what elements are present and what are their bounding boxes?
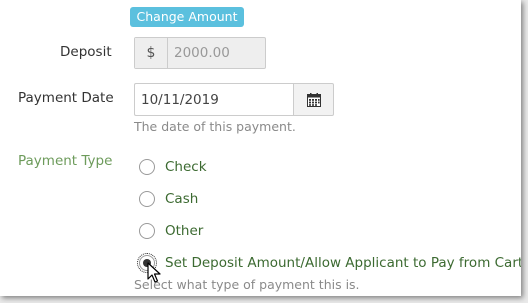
cash-radio[interactable] [139,191,155,207]
payment-date-input[interactable]: 10/11/2019 [134,83,293,116]
other-radio[interactable] [139,223,155,239]
deposit-label: Deposit [60,44,112,60]
payment-date-group: 10/11/2019 [134,83,334,116]
payment-type-label: Payment Type [18,153,113,169]
payment-type-option-other[interactable]: Other [139,223,203,239]
calendar-icon [306,92,321,107]
deposit-amount-input: 2000.00 [174,45,230,61]
cash-label: Cash [165,191,199,207]
payment-date-help: The date of this payment. [134,119,296,134]
calendar-button[interactable] [293,83,334,116]
payment-form-panel: Change Amount Deposit $ 2000.00 Payment … [0,0,521,296]
payment-date-label: Payment Date [18,90,114,106]
deposit-input-group: $ 2000.00 [134,37,266,69]
dollar-addon: $ [135,38,168,68]
check-radio[interactable] [139,159,155,175]
mouse-pointer-icon [147,262,161,283]
payment-type-option-cash[interactable]: Cash [139,191,198,207]
payment-type-help: Select what type of payment this is. [134,277,360,292]
payment-type-option-check[interactable]: Check [139,159,207,175]
payment-type-option-set-deposit[interactable]: Set Deposit Amount/Allow Applicant to Pa… [137,253,521,273]
check-label: Check [165,159,207,175]
set-deposit-label: Set Deposit Amount/Allow Applicant to Pa… [165,255,521,271]
other-label: Other [165,223,204,239]
change-amount-button[interactable]: Change Amount [130,7,244,27]
